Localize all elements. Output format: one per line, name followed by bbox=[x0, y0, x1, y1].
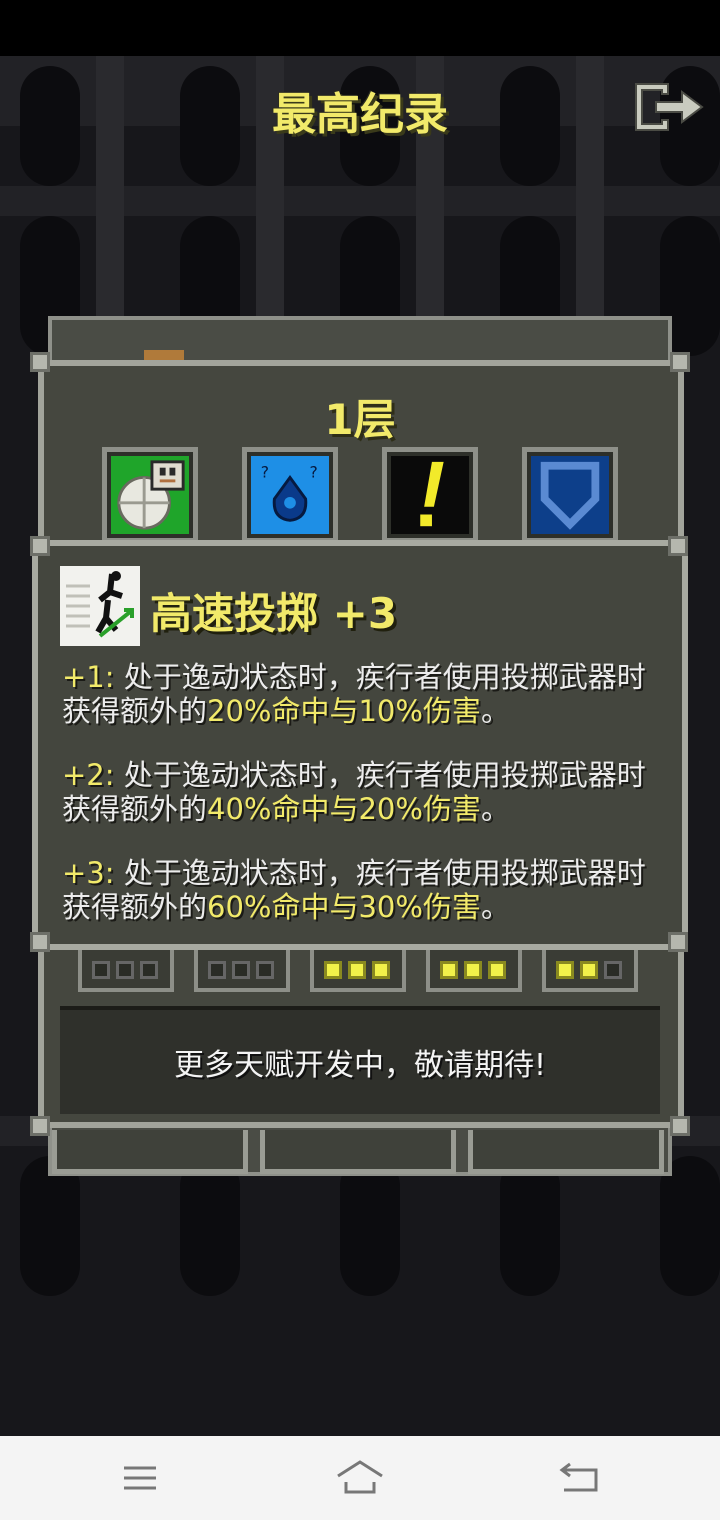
menu-icon[interactable] bbox=[110, 1456, 170, 1500]
talent-button[interactable] bbox=[522, 447, 618, 543]
shield-icon bbox=[531, 456, 609, 534]
tooltip-corner bbox=[668, 536, 688, 556]
plate-armor-bag-icon bbox=[111, 456, 189, 534]
slot-dot bbox=[556, 961, 574, 979]
game-screen: 最高纪录 1层 ? ? 更多天赋开发中，敬请期待! 高速投掷 +3 +1: 处于… bbox=[0, 0, 720, 1520]
panel-corner bbox=[30, 352, 50, 372]
talent-button[interactable] bbox=[102, 447, 198, 543]
svg-text:?: ? bbox=[310, 463, 318, 481]
talent-level-1: +1: 处于逸动状态时，疾行者使用投掷武器时获得额外的20%命中与10%伤害。 bbox=[62, 660, 662, 728]
talent-button[interactable]: ? ? bbox=[242, 447, 338, 543]
slot-dot bbox=[348, 961, 366, 979]
level-text-end: 。 bbox=[480, 792, 510, 826]
panel-corner bbox=[670, 1116, 690, 1136]
level-bonus: 40%命中与20%伤害 bbox=[207, 792, 481, 826]
exit-icon[interactable] bbox=[632, 80, 706, 134]
panel-corner bbox=[30, 1116, 50, 1136]
slot-dot bbox=[580, 961, 598, 979]
slot-dot bbox=[232, 961, 250, 979]
talent-description: +1: 处于逸动状态时，疾行者使用投掷武器时获得额外的20%命中与10%伤害。 … bbox=[62, 660, 662, 954]
tooltip-corner bbox=[30, 932, 50, 952]
talent-title: 高速投掷 +3 bbox=[150, 589, 398, 638]
home-icon[interactable] bbox=[330, 1456, 390, 1500]
back-icon[interactable] bbox=[550, 1456, 610, 1500]
talent-button[interactable] bbox=[382, 447, 478, 543]
talent-level-2: +2: 处于逸动状态时，疾行者使用投掷武器时获得额外的40%命中与20%伤害。 bbox=[62, 758, 662, 826]
slot-dot bbox=[604, 961, 622, 979]
tab-left[interactable] bbox=[52, 1130, 248, 1174]
slot-dot bbox=[116, 961, 134, 979]
slot-dot bbox=[256, 961, 274, 979]
slot-dot bbox=[488, 961, 506, 979]
level-text-end: 。 bbox=[480, 890, 510, 924]
panel-corner bbox=[670, 352, 690, 372]
tooltip-corner bbox=[668, 932, 688, 952]
slot-dot bbox=[208, 961, 226, 979]
slot-dot bbox=[324, 961, 342, 979]
slot-dot bbox=[440, 961, 458, 979]
exclamation-icon bbox=[391, 456, 469, 534]
status-bar-area bbox=[0, 0, 720, 56]
tab-right[interactable] bbox=[468, 1130, 664, 1174]
level-prefix: +2: bbox=[62, 758, 115, 792]
tab-middle[interactable] bbox=[260, 1130, 456, 1174]
slot-dot bbox=[92, 961, 110, 979]
talent-level-3: +3: 处于逸动状态时，疾行者使用投掷武器时获得额外的60%命中与30%伤害。 bbox=[62, 856, 662, 924]
slot-dot bbox=[372, 961, 390, 979]
slot-dot bbox=[140, 961, 158, 979]
level-text-end: 。 bbox=[480, 694, 510, 728]
page-title: 最高纪录 bbox=[272, 89, 448, 140]
level-bonus: 60%命中与30%伤害 bbox=[207, 890, 481, 924]
tooltip-corner bbox=[30, 536, 50, 556]
level-bonus: 20%命中与10%伤害 bbox=[207, 694, 481, 728]
thrown-weapon-talent-icon bbox=[60, 566, 140, 646]
panel-tabs bbox=[48, 1130, 672, 1180]
level-prefix: +1: bbox=[62, 660, 115, 694]
slot-dot bbox=[464, 961, 482, 979]
water-flask-icon: ? ? bbox=[251, 456, 329, 534]
level-prefix: +3: bbox=[62, 856, 115, 890]
floor-label: 1层 bbox=[324, 395, 396, 444]
info-message: 更多天赋开发中，敬请期待! bbox=[173, 1048, 547, 1083]
svg-text:?: ? bbox=[261, 463, 269, 481]
